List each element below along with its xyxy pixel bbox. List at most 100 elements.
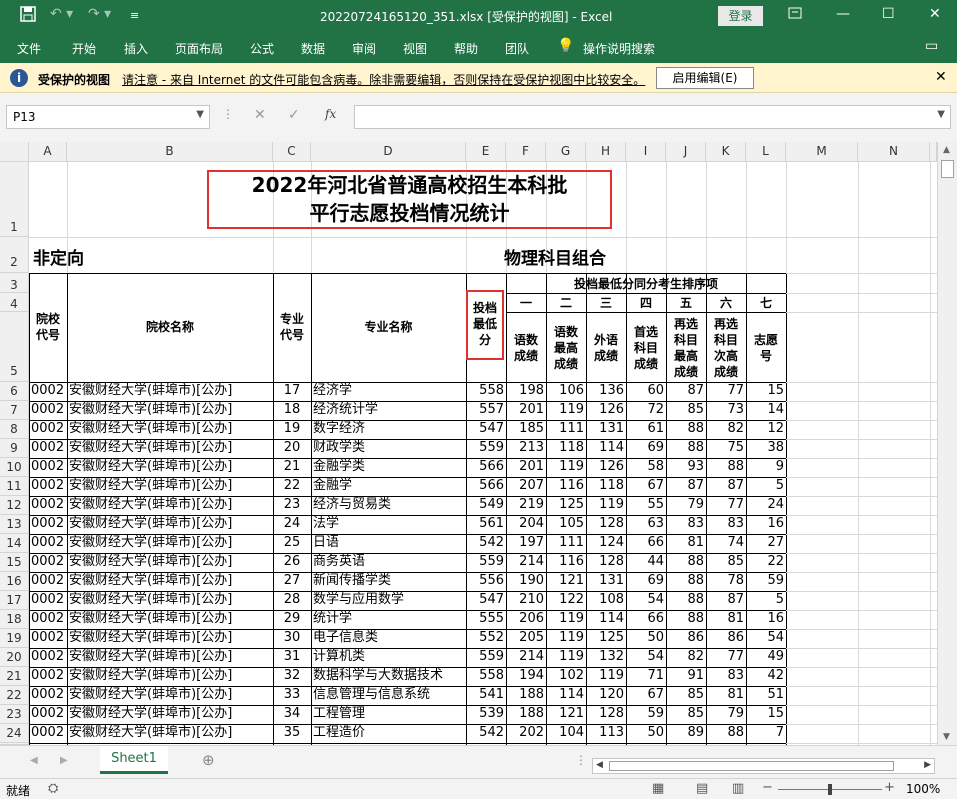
cell-k[interactable]: 83 [708,667,744,685]
cell-l[interactable]: 22 [748,553,784,571]
cell-j[interactable]: 86 [668,629,704,647]
row-header[interactable]: 14 [0,534,29,553]
cell-d[interactable]: 电子信息类 [313,629,464,647]
cell-c[interactable]: 32 [275,667,309,685]
cell-g[interactable]: 119 [548,610,584,628]
cell-c[interactable]: 34 [275,705,309,723]
cell-h[interactable]: 119 [588,496,624,514]
col-header-c[interactable]: C [273,142,311,162]
cell-b[interactable]: 安徽财经大学(蚌埠市)[公办] [69,572,271,590]
accessibility-icon[interactable]: ⛭ [48,781,58,796]
cell-i[interactable]: 55 [628,496,664,514]
cell-e[interactable]: 559 [468,553,504,571]
row-header[interactable]: 15 [0,553,29,572]
cell-g[interactable]: 121 [548,705,584,723]
cell-g[interactable]: 116 [548,553,584,571]
row-header[interactable]: 10 [0,458,29,477]
col-header-d[interactable]: D [311,142,466,162]
cell-a[interactable]: 0002 [31,458,65,476]
cell-j[interactable]: 88 [668,439,704,457]
cell-f[interactable]: 201 [508,458,544,476]
cell-c[interactable]: 19 [275,420,309,438]
col-header-m[interactable]: M [786,142,858,162]
cell-e[interactable]: 542 [468,724,504,742]
cell-a[interactable]: 0002 [31,629,65,647]
row-header[interactable]: 11 [0,477,29,496]
cell-d[interactable]: 工程管理 [313,705,464,723]
tab-review[interactable]: 审阅 [352,40,376,57]
undo-icon[interactable]: ↶ ▾ [50,6,73,22]
tab-team[interactable]: 团队 [505,40,529,57]
cell-j[interactable]: 85 [668,705,704,723]
cell-k[interactable]: 77 [708,648,744,666]
cell-d[interactable]: 数字经济 [313,420,464,438]
cell-a[interactable]: 0002 [31,420,65,438]
cell-k[interactable]: 75 [708,439,744,457]
cell-a[interactable]: 0002 [31,477,65,495]
row-header[interactable]: 19 [0,629,29,648]
cell-h[interactable]: 108 [588,591,624,609]
horizontal-scrollbar[interactable]: ◀ ▶ [592,758,935,774]
cell-a[interactable]: 0002 [31,572,65,590]
cell-g[interactable]: 122 [548,591,584,609]
cell-e[interactable]: 556 [468,572,504,590]
split-handle-icon[interactable]: ⋮ [575,753,587,767]
cell-b[interactable]: 安徽财经大学(蚌埠市)[公办] [69,439,271,457]
zoom-in-icon[interactable]: + [884,780,895,795]
cell-d[interactable]: 财政学类 [313,439,464,457]
cell-k[interactable]: 74 [708,534,744,552]
hscroll-left-icon[interactable]: ◀ [596,760,603,770]
hscroll-right-icon[interactable]: ▶ [924,760,931,770]
cell-d[interactable]: 经济与贸易类 [313,496,464,514]
zoom-slider-thumb[interactable] [828,784,832,795]
select-all-corner[interactable] [0,142,29,162]
close-bar-icon[interactable]: ✕ [935,69,947,85]
save-icon[interactable] [20,6,36,26]
cell-c[interactable]: 22 [275,477,309,495]
cell-d[interactable]: 法学 [313,515,464,533]
cell-a[interactable]: 0002 [31,401,65,419]
row-header[interactable]: 20 [0,648,29,667]
cell-h[interactable]: 131 [588,572,624,590]
cell-d[interactable]: 商务英语 [313,553,464,571]
cell-j[interactable]: 88 [668,591,704,609]
ribbon-display-icon[interactable] [788,6,802,24]
cell-f[interactable]: 197 [508,534,544,552]
login-button[interactable]: 登录 [718,6,763,26]
cell-f[interactable]: 201 [508,401,544,419]
cell-b[interactable]: 安徽财经大学(蚌埠市)[公办] [69,496,271,514]
cell-f[interactable]: 210 [508,591,544,609]
cell-i[interactable]: 59 [628,705,664,723]
cell-k[interactable]: 78 [708,572,744,590]
cell-e[interactable]: 552 [468,629,504,647]
cell-e[interactable]: 542 [468,534,504,552]
row-header[interactable]: 24 [0,724,29,743]
cell-b[interactable]: 安徽财经大学(蚌埠市)[公办] [69,610,271,628]
cell-d[interactable]: 日语 [313,534,464,552]
cell-g[interactable]: 119 [548,458,584,476]
cell-g[interactable]: 121 [548,572,584,590]
cell-c[interactable]: 28 [275,591,309,609]
cell-l[interactable]: 7 [748,724,784,742]
cell-e[interactable]: 558 [468,667,504,685]
cell-f[interactable]: 206 [508,610,544,628]
zoom-out-icon[interactable]: − [762,780,773,795]
cell-c[interactable]: 35 [275,724,309,742]
cell-f[interactable]: 202 [508,724,544,742]
vertical-scrollbar[interactable]: ▲ ▼ [937,142,957,745]
cell-d[interactable]: 工程造价 [313,724,464,742]
row-header[interactable]: 13 [0,515,29,534]
insert-function-icon[interactable]: fx [325,107,336,121]
chevron-down-icon[interactable]: ▼ [196,109,204,120]
cell-c[interactable]: 29 [275,610,309,628]
cell-i[interactable]: 69 [628,572,664,590]
cell-e[interactable]: 547 [468,591,504,609]
cell-g[interactable]: 114 [548,686,584,704]
cell-l[interactable]: 54 [748,629,784,647]
cell-b[interactable]: 安徽财经大学(蚌埠市)[公办] [69,629,271,647]
cell-c[interactable]: 26 [275,553,309,571]
cell-f[interactable]: 214 [508,553,544,571]
row-header-3[interactable]: 3 [0,273,29,293]
cell-j[interactable]: 79 [668,496,704,514]
cell-l[interactable]: 16 [748,515,784,533]
